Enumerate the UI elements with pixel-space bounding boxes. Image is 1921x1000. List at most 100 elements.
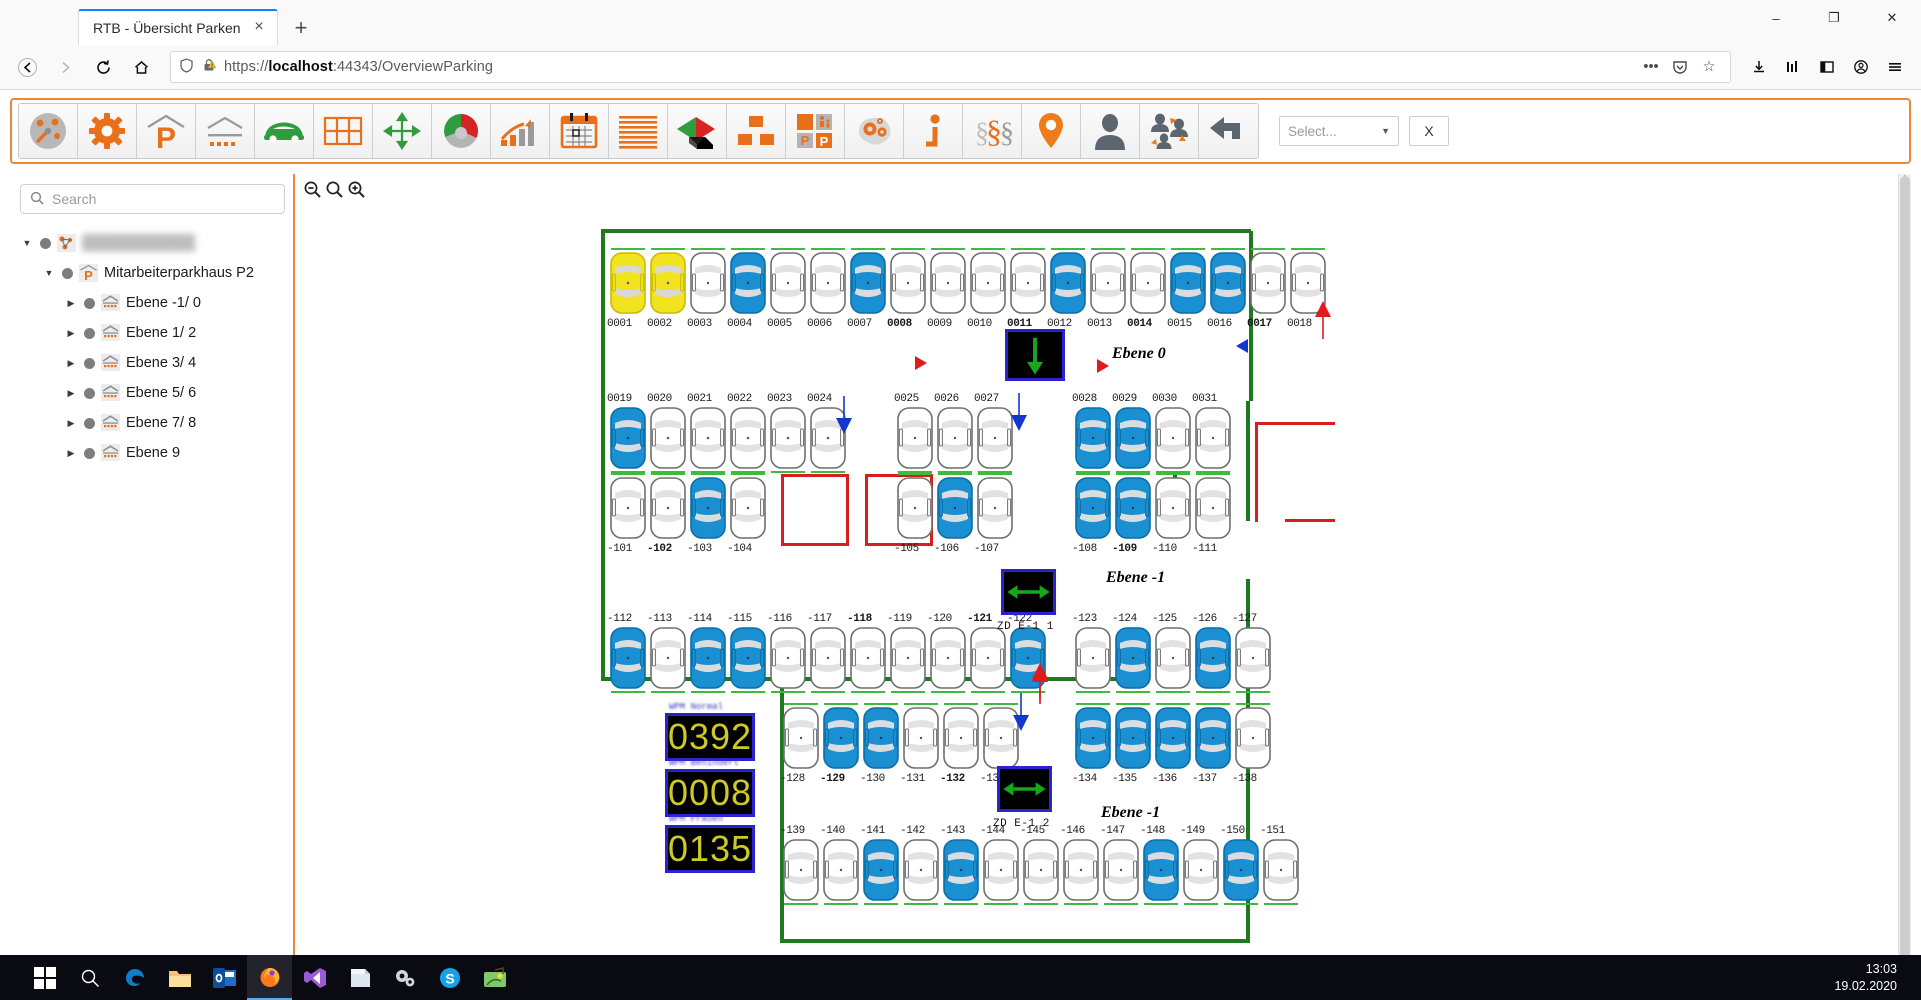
parking-slot[interactable] — [1115, 477, 1151, 544]
parking-slot[interactable] — [937, 407, 973, 474]
home-button[interactable] — [124, 50, 158, 84]
tree-node-ebene-3-4[interactable]: ▶ Ebene 3/ 4 — [20, 348, 285, 378]
parking-slot[interactable] — [823, 707, 859, 774]
parking-slot[interactable] — [930, 252, 966, 319]
tree-node-ebene-9[interactable]: ▶ Ebene 9 — [20, 438, 285, 468]
grid-icon[interactable] — [314, 104, 373, 158]
parking-slot[interactable] — [770, 407, 806, 474]
tree-twisty-icon[interactable]: ▶ — [64, 448, 78, 459]
car-icon[interactable] — [255, 104, 314, 158]
zoom-in-icon[interactable] — [347, 180, 366, 199]
bar-chart-trend-icon[interactable] — [491, 104, 550, 158]
parking-slot[interactable] — [730, 627, 766, 694]
parking-slot[interactable] — [770, 627, 806, 694]
move-arrows-icon[interactable] — [373, 104, 432, 158]
dashboard-icon[interactable] — [19, 104, 78, 158]
parking-slot[interactable] — [1130, 252, 1166, 319]
settings-icon[interactable] — [382, 955, 427, 1000]
parking-slot[interactable] — [1050, 252, 1086, 319]
parking-slot[interactable] — [610, 627, 646, 694]
hierarchy-blocks-icon[interactable] — [727, 104, 786, 158]
skype-icon[interactable]: S — [427, 955, 472, 1000]
parking-slot[interactable] — [1210, 252, 1246, 319]
parking-slot[interactable] — [1115, 627, 1151, 694]
minimize-button[interactable]: – — [1747, 0, 1805, 36]
tree-node-ebene-5-6[interactable]: ▶ Ebene 5/ 6 — [20, 378, 285, 408]
info-icon[interactable] — [904, 104, 963, 158]
led-total-free[interactable]: 0392 — [665, 713, 755, 761]
parking-slot[interactable] — [610, 477, 646, 544]
parking-slot[interactable] — [850, 627, 886, 694]
tree-node-ebene-1-2[interactable]: ▶ Ebene 1/ 2 — [20, 318, 285, 348]
parking-slot[interactable] — [650, 407, 686, 474]
parking-slot[interactable] — [943, 707, 979, 774]
parking-slot[interactable] — [770, 252, 806, 319]
pocket-icon[interactable] — [1667, 54, 1693, 80]
parking-slot[interactable] — [783, 839, 819, 906]
parking-slot[interactable] — [903, 707, 939, 774]
tree-node-mitarbeiterparkhaus-p2[interactable]: ▼ P Mitarbeiterparkhaus P2 — [20, 258, 285, 288]
search-input[interactable]: Search — [20, 184, 285, 214]
bookmark-star-icon[interactable]: ☆ — [1696, 54, 1722, 80]
parking-slot[interactable] — [650, 252, 686, 319]
parking-slot[interactable] — [730, 477, 766, 544]
app-menu-icon[interactable] — [1879, 51, 1911, 83]
tab-overview-parking[interactable]: RTB - Übersicht Parken × — [78, 9, 278, 45]
parking-slot[interactable] — [1103, 839, 1139, 906]
parking-slot[interactable] — [1075, 707, 1111, 774]
edge-icon[interactable] — [112, 955, 157, 1000]
parking-slot[interactable] — [650, 477, 686, 544]
select-dropdown[interactable]: Select... ▼ — [1279, 116, 1399, 146]
list-lines-icon[interactable] — [609, 104, 668, 158]
parking-slot[interactable] — [690, 477, 726, 544]
parking-slot[interactable] — [937, 477, 973, 544]
user-group-icon[interactable] — [1140, 104, 1199, 158]
parking-slot[interactable] — [690, 627, 726, 694]
blocked-area[interactable] — [781, 474, 849, 546]
led-level-free[interactable]: 0008 — [665, 769, 755, 817]
parking-slot[interactable] — [1115, 407, 1151, 474]
parking-slot[interactable] — [897, 477, 933, 544]
parking-slot[interactable] — [1170, 252, 1206, 319]
parking-slot[interactable] — [863, 707, 899, 774]
parking-slot[interactable] — [1195, 477, 1231, 544]
parking-slot[interactable] — [823, 839, 859, 906]
brain-gears-icon[interactable] — [845, 104, 904, 158]
account-icon[interactable] — [1845, 51, 1877, 83]
parking-slot[interactable] — [903, 839, 939, 906]
forward-button[interactable] — [48, 50, 82, 84]
zoom-reset-icon[interactable] — [325, 180, 344, 199]
parking-map[interactable]: 0001 0002 0003 0004 0005 0006 0007 0008 0009 0010… — [295, 174, 1911, 990]
tree-twisty-icon[interactable]: ▶ — [64, 418, 78, 429]
parking-slot[interactable] — [943, 839, 979, 906]
paragraph-icon[interactable]: § § § — [963, 104, 1022, 158]
parking-slot[interactable] — [1235, 627, 1271, 694]
tree-twisty-icon[interactable]: ▶ — [64, 328, 78, 339]
parking-slot[interactable] — [1115, 707, 1151, 774]
map-vertical-scrollbar[interactable]: ▲ ▼ — [1898, 174, 1911, 1000]
parking-slot[interactable] — [970, 627, 1006, 694]
start-button[interactable] — [22, 955, 67, 1000]
calendar-icon[interactable] — [550, 104, 609, 158]
firefox-icon[interactable] — [247, 955, 292, 1000]
sign-down-arrow[interactable] — [1005, 329, 1065, 381]
parking-slot[interactable] — [1075, 477, 1111, 544]
address-bar[interactable]: https://localhost:44343/OverviewParking … — [170, 51, 1731, 83]
parking-slot[interactable] — [1155, 407, 1191, 474]
parking-slot[interactable] — [690, 407, 726, 474]
parking-slot[interactable] — [1063, 839, 1099, 906]
parking-slot[interactable] — [977, 407, 1013, 474]
parking-slot[interactable] — [970, 252, 1006, 319]
parking-slot[interactable] — [983, 839, 1019, 906]
parking-slot[interactable] — [1155, 477, 1191, 544]
parking-slot[interactable] — [1155, 627, 1191, 694]
tree-twisty-icon[interactable]: ▼ — [42, 268, 56, 278]
parking-slot[interactable] — [977, 477, 1013, 544]
parking-slot[interactable] — [850, 252, 886, 319]
parking-slot[interactable] — [863, 839, 899, 906]
parking-slot[interactable] — [810, 252, 846, 319]
parking-slot[interactable] — [1250, 252, 1286, 319]
close-window-button[interactable]: ✕ — [1863, 0, 1921, 36]
explorer-icon[interactable] — [157, 955, 202, 1000]
page-actions-icon[interactable]: ••• — [1638, 54, 1664, 80]
